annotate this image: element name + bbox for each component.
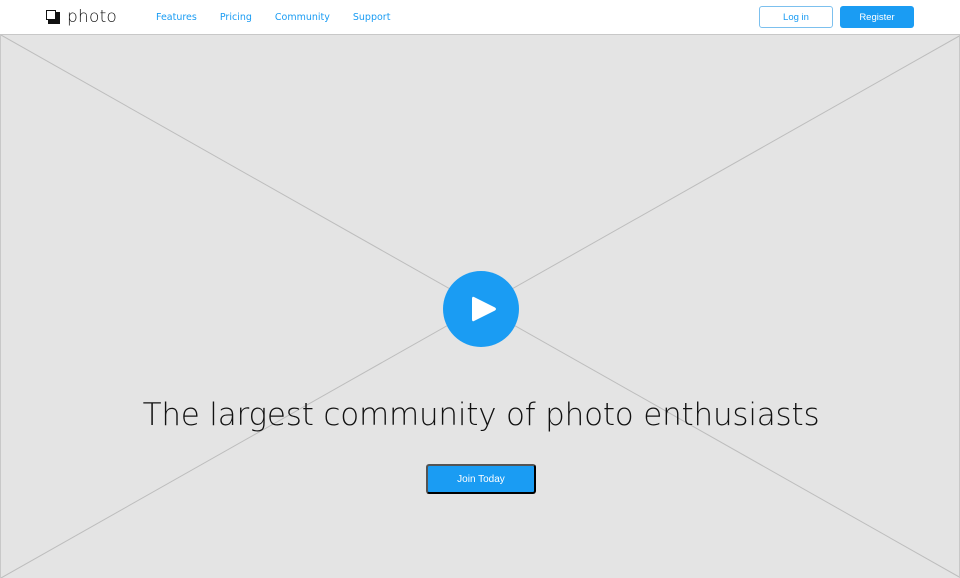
nav-link-pricing[interactable]: Pricing xyxy=(220,12,252,23)
main-nav: Features Pricing Community Support xyxy=(156,0,413,34)
square-stack-icon xyxy=(46,10,60,24)
top-navbar: photo Features Pricing Community Support… xyxy=(0,0,960,35)
brand-logo[interactable]: photo xyxy=(46,6,117,28)
login-button[interactable]: Log in xyxy=(759,6,833,28)
register-button[interactable]: Register xyxy=(840,6,914,28)
hero-section: The largest community of photo enthusias… xyxy=(0,35,960,578)
nav-link-community[interactable]: Community xyxy=(275,12,330,23)
join-today-button[interactable]: Join Today xyxy=(426,464,536,494)
play-video-button[interactable] xyxy=(443,271,519,347)
nav-link-support[interactable]: Support xyxy=(353,12,391,23)
nav-link-features[interactable]: Features xyxy=(156,12,197,23)
play-icon xyxy=(471,296,496,322)
hero-headline: The largest community of photo enthusias… xyxy=(142,397,820,433)
brand-name: photo xyxy=(67,7,118,27)
